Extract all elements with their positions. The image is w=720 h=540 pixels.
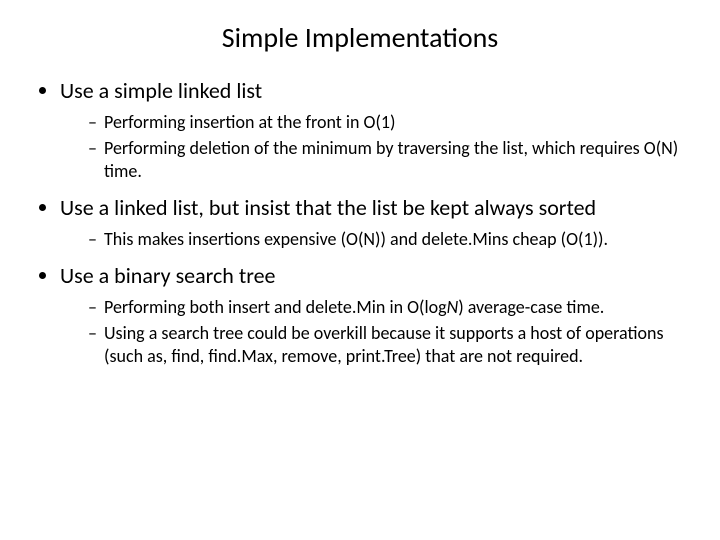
bullet-text: Use a binary search tree bbox=[60, 262, 275, 289]
sub-list: Performing insertion at the front in O(1… bbox=[60, 111, 688, 183]
sub-item: Performing insertion at the front in O(1… bbox=[88, 111, 688, 134]
ital-run: N bbox=[447, 296, 459, 318]
bullet-text: Use a simple linked list bbox=[60, 77, 262, 104]
code-run: delete.Min bbox=[422, 228, 502, 250]
sub-list: Performing both insert and delete.Min in… bbox=[60, 296, 688, 368]
code-run: find, find.Max, remove, print.Tree bbox=[171, 345, 415, 367]
bullet-text: Use a linked list, but insist that the l… bbox=[60, 194, 596, 221]
text-run: in O(log bbox=[385, 296, 446, 318]
bullet-simple-linked-list: Use a simple linked list Performing inse… bbox=[60, 77, 688, 182]
text-run: ) that are not required. bbox=[416, 345, 583, 367]
text-run: Performing both bbox=[104, 296, 228, 318]
text-run: This makes insertions expensive (O(N)) a… bbox=[104, 228, 422, 250]
slide-title: Simple Implementations bbox=[32, 20, 688, 55]
slide: Simple Implementations Use a simple link… bbox=[0, 0, 720, 540]
text-run: s cheap (O(1)). bbox=[501, 228, 608, 250]
text-run: and bbox=[270, 296, 306, 318]
sub-item: Performing deletion of the minimum by tr… bbox=[88, 137, 688, 182]
bullet-sorted-linked-list: Use a linked list, but insist that the l… bbox=[60, 194, 688, 250]
bullet-binary-search-tree: Use a binary search tree Performing both… bbox=[60, 262, 688, 367]
text-run: ) average-case time. bbox=[458, 296, 604, 318]
sub-item: This makes insertions expensive (O(N)) a… bbox=[88, 228, 688, 251]
code-run: insert bbox=[228, 296, 270, 318]
sub-item: Performing both insert and delete.Min in… bbox=[88, 296, 688, 319]
sub-list: This makes insertions expensive (O(N)) a… bbox=[60, 228, 688, 251]
sub-item: Using a search tree could be overkill be… bbox=[88, 322, 688, 367]
code-run: delete.Min bbox=[306, 296, 386, 318]
bullet-list: Use a simple linked list Performing inse… bbox=[32, 77, 688, 367]
